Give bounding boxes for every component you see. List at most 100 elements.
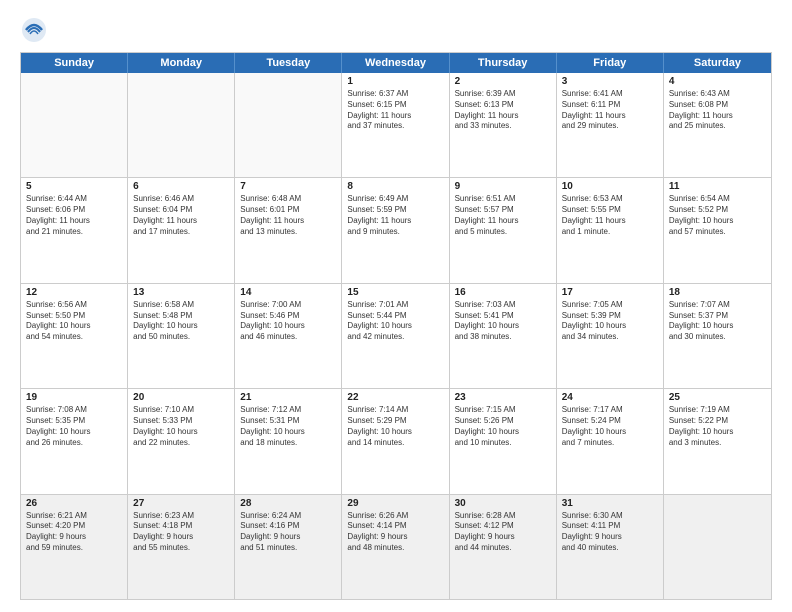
calendar-cell: 28Sunrise: 6:24 AM Sunset: 4:16 PM Dayli… bbox=[235, 495, 342, 599]
calendar-cell bbox=[235, 73, 342, 177]
cell-info: Sunrise: 6:26 AM Sunset: 4:14 PM Dayligh… bbox=[347, 511, 443, 554]
day-number: 8 bbox=[347, 181, 443, 192]
calendar-cell: 24Sunrise: 7:17 AM Sunset: 5:24 PM Dayli… bbox=[557, 389, 664, 493]
calendar-cell: 26 Sunrise: 6:21 AM Sunset: 4:20 PM Dayli… bbox=[21, 495, 128, 599]
day-number: 15 bbox=[347, 287, 443, 298]
cell-info: Sunrise: 7:12 AM Sunset: 5:31 PM Dayligh… bbox=[240, 405, 336, 448]
day-number: 9 bbox=[455, 181, 551, 192]
day-number: 23 bbox=[455, 392, 551, 403]
cell-info: Sunrise: 6:49 AM Sunset: 5:59 PM Dayligh… bbox=[347, 194, 443, 237]
calendar-cell bbox=[128, 73, 235, 177]
header-cell-sunday: Sunday bbox=[21, 53, 128, 73]
calendar-cell: 5Sunrise: 6:44 AM Sunset: 6:06 PM Daylig… bbox=[21, 178, 128, 282]
calendar-body: 1 Sunrise: 6:37 AM Sunset: 6:15 PM Daylig… bbox=[21, 73, 771, 599]
calendar-cell: 23 Sunrise: 7:15 AM Sunset: 5:26 PM Dayli… bbox=[450, 389, 557, 493]
cell-info: Sunrise: 7:15 AM Sunset: 5:26 PM Dayligh… bbox=[455, 405, 551, 448]
header-cell-friday: Friday bbox=[557, 53, 664, 73]
calendar-cell: 15 Sunrise: 7:01 AM Sunset: 5:44 PM Dayli… bbox=[342, 284, 449, 388]
cell-info: Sunrise: 6:24 AM Sunset: 4:16 PM Dayligh… bbox=[240, 511, 336, 554]
calendar-cell: 1 Sunrise: 6:37 AM Sunset: 6:15 PM Daylig… bbox=[342, 73, 449, 177]
calendar-row-3: 19Sunrise: 7:08 AM Sunset: 5:35 PM Dayli… bbox=[21, 388, 771, 493]
cell-info: Sunrise: 7:00 AM Sunset: 5:46 PM Dayligh… bbox=[240, 300, 336, 343]
calendar-cell bbox=[21, 73, 128, 177]
cell-info: Sunrise: 6:21 AM Sunset: 4:20 PM Dayligh… bbox=[26, 511, 122, 554]
calendar-cell: 29Sunrise: 6:26 AM Sunset: 4:14 PM Dayli… bbox=[342, 495, 449, 599]
day-number: 25 bbox=[669, 392, 766, 403]
calendar-cell: 21 Sunrise: 7:12 AM Sunset: 5:31 PM Dayli… bbox=[235, 389, 342, 493]
cell-info: Sunrise: 6:39 AM Sunset: 6:13 PM Dayligh… bbox=[455, 89, 551, 132]
cell-info: Sunrise: 6:37 AM Sunset: 6:15 PM Dayligh… bbox=[347, 89, 443, 132]
day-number: 17 bbox=[562, 287, 658, 298]
calendar-cell: 8 Sunrise: 6:49 AM Sunset: 5:59 PM Daylig… bbox=[342, 178, 449, 282]
day-number: 12 bbox=[26, 287, 122, 298]
cell-info: Sunrise: 6:48 AM Sunset: 6:01 PM Dayligh… bbox=[240, 194, 336, 237]
day-number: 16 bbox=[455, 287, 551, 298]
header-cell-monday: Monday bbox=[128, 53, 235, 73]
cell-info: Sunrise: 6:54 AM Sunset: 5:52 PM Dayligh… bbox=[669, 194, 766, 237]
day-number: 21 bbox=[240, 392, 336, 403]
calendar-cell: 22 Sunrise: 7:14 AM Sunset: 5:29 PM Dayli… bbox=[342, 389, 449, 493]
calendar-cell: 27 Sunrise: 6:23 AM Sunset: 4:18 PM Dayli… bbox=[128, 495, 235, 599]
day-number: 1 bbox=[347, 76, 443, 87]
day-number: 31 bbox=[562, 498, 658, 509]
day-number: 10 bbox=[562, 181, 658, 192]
calendar-cell: 18Sunrise: 7:07 AM Sunset: 5:37 PM Dayli… bbox=[664, 284, 771, 388]
calendar-cell: 7 Sunrise: 6:48 AM Sunset: 6:01 PM Daylig… bbox=[235, 178, 342, 282]
cell-info: Sunrise: 6:51 AM Sunset: 5:57 PM Dayligh… bbox=[455, 194, 551, 237]
day-number: 13 bbox=[133, 287, 229, 298]
header-cell-tuesday: Tuesday bbox=[235, 53, 342, 73]
cell-info: Sunrise: 6:53 AM Sunset: 5:55 PM Dayligh… bbox=[562, 194, 658, 237]
calendar-cell: 10 Sunrise: 6:53 AM Sunset: 5:55 PM Dayli… bbox=[557, 178, 664, 282]
day-number: 14 bbox=[240, 287, 336, 298]
day-number: 4 bbox=[669, 76, 766, 87]
header-cell-saturday: Saturday bbox=[664, 53, 771, 73]
calendar-cell: 4 Sunrise: 6:43 AM Sunset: 6:08 PM Daylig… bbox=[664, 73, 771, 177]
day-number: 11 bbox=[669, 181, 766, 192]
calendar-cell: 31 Sunrise: 6:30 AM Sunset: 4:11 PM Dayli… bbox=[557, 495, 664, 599]
calendar-cell: 11 Sunrise: 6:54 AM Sunset: 5:52 PM Dayli… bbox=[664, 178, 771, 282]
cell-info: Sunrise: 6:41 AM Sunset: 6:11 PM Dayligh… bbox=[562, 89, 658, 132]
cell-info: Sunrise: 6:23 AM Sunset: 4:18 PM Dayligh… bbox=[133, 511, 229, 554]
calendar-cell: 9 Sunrise: 6:51 AM Sunset: 5:57 PM Daylig… bbox=[450, 178, 557, 282]
calendar-cell: 14 Sunrise: 7:00 AM Sunset: 5:46 PM Dayli… bbox=[235, 284, 342, 388]
calendar-cell: 20Sunrise: 7:10 AM Sunset: 5:33 PM Dayli… bbox=[128, 389, 235, 493]
header-cell-thursday: Thursday bbox=[450, 53, 557, 73]
day-number: 3 bbox=[562, 76, 658, 87]
cell-info: Sunrise: 6:30 AM Sunset: 4:11 PM Dayligh… bbox=[562, 511, 658, 554]
calendar-cell: 16 Sunrise: 7:03 AM Sunset: 5:41 PM Dayli… bbox=[450, 284, 557, 388]
calendar-cell: 17 Sunrise: 7:05 AM Sunset: 5:39 PM Dayli… bbox=[557, 284, 664, 388]
day-number: 26 bbox=[26, 498, 122, 509]
calendar-cell: 2 Sunrise: 6:39 AM Sunset: 6:13 PM Daylig… bbox=[450, 73, 557, 177]
calendar-cell: 13Sunrise: 6:58 AM Sunset: 5:48 PM Dayli… bbox=[128, 284, 235, 388]
cell-info: Sunrise: 7:03 AM Sunset: 5:41 PM Dayligh… bbox=[455, 300, 551, 343]
cell-info: Sunrise: 7:17 AM Sunset: 5:24 PM Dayligh… bbox=[562, 405, 658, 448]
cell-info: Sunrise: 7:05 AM Sunset: 5:39 PM Dayligh… bbox=[562, 300, 658, 343]
day-number: 27 bbox=[133, 498, 229, 509]
logo-icon bbox=[20, 16, 48, 44]
day-number: 7 bbox=[240, 181, 336, 192]
header-cell-wednesday: Wednesday bbox=[342, 53, 449, 73]
calendar-cell: 6 Sunrise: 6:46 AM Sunset: 6:04 PM Daylig… bbox=[128, 178, 235, 282]
cell-info: Sunrise: 7:19 AM Sunset: 5:22 PM Dayligh… bbox=[669, 405, 766, 448]
day-number: 6 bbox=[133, 181, 229, 192]
cell-info: Sunrise: 7:14 AM Sunset: 5:29 PM Dayligh… bbox=[347, 405, 443, 448]
cell-info: Sunrise: 6:46 AM Sunset: 6:04 PM Dayligh… bbox=[133, 194, 229, 237]
day-number: 22 bbox=[347, 392, 443, 403]
calendar-cell bbox=[664, 495, 771, 599]
calendar-cell: 12 Sunrise: 6:56 AM Sunset: 5:50 PM Dayli… bbox=[21, 284, 128, 388]
calendar-header: SundayMondayTuesdayWednesdayThursdayFrid… bbox=[21, 53, 771, 73]
cell-info: Sunrise: 6:43 AM Sunset: 6:08 PM Dayligh… bbox=[669, 89, 766, 132]
page: SundayMondayTuesdayWednesdayThursdayFrid… bbox=[0, 0, 792, 612]
cell-info: Sunrise: 6:56 AM Sunset: 5:50 PM Dayligh… bbox=[26, 300, 122, 343]
day-number: 30 bbox=[455, 498, 551, 509]
cell-info: Sunrise: 6:44 AM Sunset: 6:06 PM Dayligh… bbox=[26, 194, 122, 237]
cell-info: Sunrise: 6:28 AM Sunset: 4:12 PM Dayligh… bbox=[455, 511, 551, 554]
day-number: 2 bbox=[455, 76, 551, 87]
calendar-cell: 25 Sunrise: 7:19 AM Sunset: 5:22 PM Dayli… bbox=[664, 389, 771, 493]
calendar-row-0: 1 Sunrise: 6:37 AM Sunset: 6:15 PM Daylig… bbox=[21, 73, 771, 177]
cell-info: Sunrise: 7:10 AM Sunset: 5:33 PM Dayligh… bbox=[133, 405, 229, 448]
calendar-cell: 3 Sunrise: 6:41 AM Sunset: 6:11 PM Daylig… bbox=[557, 73, 664, 177]
calendar: SundayMondayTuesdayWednesdayThursdayFrid… bbox=[20, 52, 772, 600]
cell-info: Sunrise: 7:01 AM Sunset: 5:44 PM Dayligh… bbox=[347, 300, 443, 343]
calendar-cell: 19Sunrise: 7:08 AM Sunset: 5:35 PM Dayli… bbox=[21, 389, 128, 493]
